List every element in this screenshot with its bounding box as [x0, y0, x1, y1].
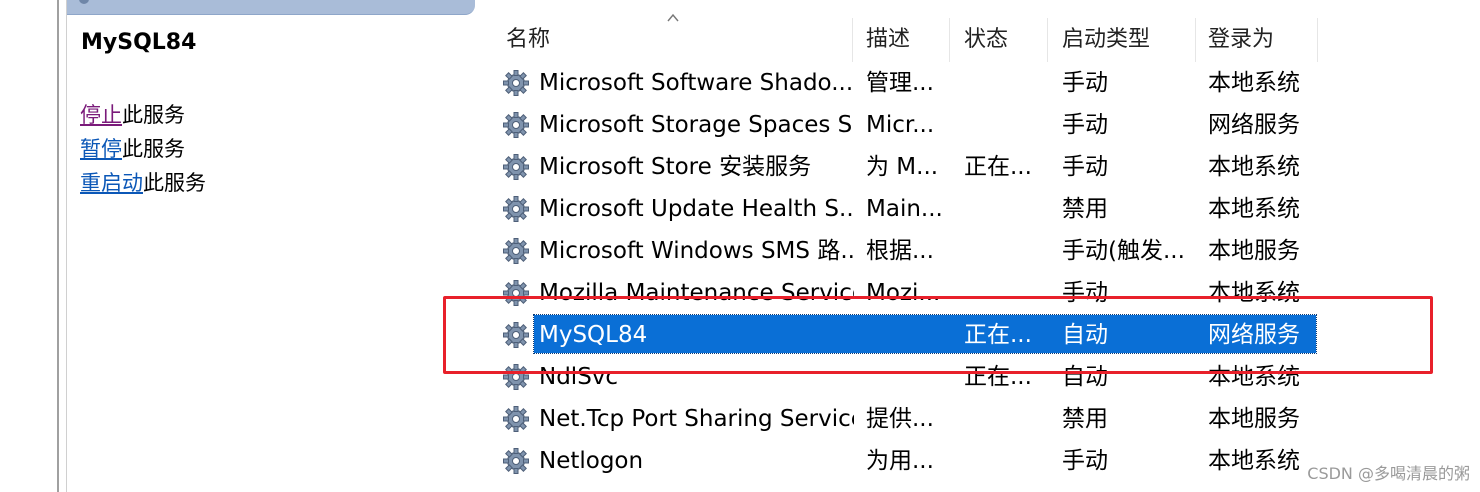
- service-description: 为用...: [866, 448, 934, 474]
- action-suffix: 此服务: [122, 103, 185, 127]
- column-header-description[interactable]: 描述: [858, 18, 950, 62]
- action-stop: 停止此服务: [80, 100, 185, 130]
- service-row[interactable]: Microsoft Software Shado... 管理... 手动 本地系统: [498, 62, 1318, 104]
- gear-icon: [502, 69, 530, 97]
- service-row[interactable]: Microsoft Update Health S... Main... 禁用 本地系…: [498, 188, 1318, 230]
- action-suffix: 此服务: [122, 137, 185, 161]
- service-status: [964, 62, 1054, 104]
- service-details-pane: MySQL84 停止此服务 暂停此服务 重启动此服务: [67, 14, 475, 492]
- service-log-on-as: 本地系统: [1208, 70, 1300, 96]
- service-log-on-as: 本地服务: [1208, 238, 1300, 264]
- service-log-on-as: 本地系统: [1208, 196, 1300, 222]
- service-row[interactable]: Netlogon 为用... 手动 本地系统: [498, 440, 1318, 482]
- highlight-annotation: [443, 296, 1433, 374]
- action-pause: 暂停此服务: [80, 134, 185, 164]
- column-header-status[interactable]: 状态: [956, 18, 1048, 62]
- action-restart: 重启动此服务: [80, 168, 206, 198]
- service-description: 提供...: [866, 406, 934, 432]
- service-startup-type: 手动: [1062, 154, 1108, 180]
- service-startup-type: 禁用: [1062, 196, 1108, 222]
- service-startup-type: 手动: [1062, 70, 1108, 96]
- service-name: Microsoft Update Health S...: [539, 196, 854, 222]
- service-description: 根据...: [866, 238, 934, 264]
- service-row[interactable]: Microsoft Windows SMS 路... 根据... 手动(触发... 本…: [498, 230, 1318, 272]
- restart-service-link[interactable]: 重启动: [80, 171, 143, 195]
- stop-service-link[interactable]: 停止: [80, 103, 122, 127]
- column-header-row: 名称 描述 状态 启动类型 登录为: [498, 18, 1318, 62]
- service-row[interactable]: Microsoft Store 安装服务 为 M... 正在... 手动 本地系统: [498, 146, 1318, 188]
- gear-icon: [502, 447, 530, 475]
- column-header-name[interactable]: 名称: [498, 18, 853, 62]
- service-name: Microsoft Storage Spaces S...: [539, 112, 854, 138]
- service-log-on-as: 网络服务: [1208, 112, 1300, 138]
- service-status: [964, 104, 1054, 146]
- pause-service-link[interactable]: 暂停: [80, 137, 122, 161]
- header-icon: [79, 0, 89, 4]
- gear-icon: [502, 237, 530, 265]
- service-status: [964, 398, 1054, 440]
- details-pane-header: [67, 0, 475, 15]
- service-startup-type: 手动(触发...: [1062, 238, 1185, 264]
- service-name: Netlogon: [539, 448, 644, 474]
- service-startup-type: 手动: [1062, 448, 1108, 474]
- service-startup-type: 禁用: [1062, 406, 1108, 432]
- service-description: 管理...: [866, 70, 934, 96]
- action-suffix: 此服务: [143, 171, 206, 195]
- service-status: [964, 440, 1054, 482]
- service-name: Net.Tcp Port Sharing Service: [539, 406, 854, 432]
- service-description: Micr...: [866, 112, 935, 138]
- watermark: CSDN @多喝清晨的粥: [1307, 464, 1470, 483]
- service-title: MySQL84: [81, 30, 197, 55]
- service-name: Microsoft Software Shado...: [539, 70, 854, 96]
- gear-icon: [502, 195, 530, 223]
- service-status: [964, 230, 1054, 272]
- service-name: Microsoft Windows SMS 路...: [539, 238, 854, 264]
- column-header-startup-type[interactable]: 启动类型: [1054, 18, 1196, 62]
- column-header-log-on-as[interactable]: 登录为: [1200, 18, 1318, 62]
- gear-icon: [502, 405, 530, 433]
- gear-icon: [502, 153, 530, 181]
- service-log-on-as: 本地系统: [1208, 448, 1300, 474]
- gear-icon: [502, 111, 530, 139]
- service-status: 正在...: [964, 154, 1032, 180]
- service-log-on-as: 本地服务: [1208, 406, 1300, 432]
- service-description: Main...: [866, 196, 943, 222]
- service-log-on-as: 本地系统: [1208, 154, 1300, 180]
- pane-border: [57, 0, 59, 492]
- service-status: [964, 188, 1054, 230]
- service-startup-type: 手动: [1062, 112, 1108, 138]
- service-name: Microsoft Store 安装服务: [539, 154, 812, 180]
- service-row[interactable]: Microsoft Storage Spaces S... Micr... 手动 网络…: [498, 104, 1318, 146]
- service-row[interactable]: Net.Tcp Port Sharing Service 提供... 禁用 本地服务: [498, 398, 1318, 440]
- service-description: 为 M...: [866, 154, 939, 180]
